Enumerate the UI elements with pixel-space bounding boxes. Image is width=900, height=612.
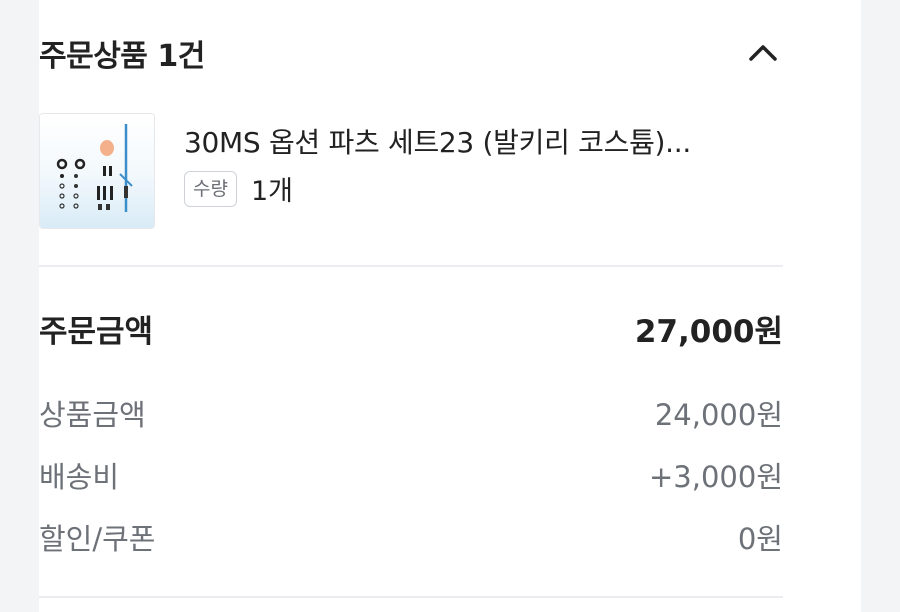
order-items-header[interactable]: 주문상품 1건 bbox=[39, 28, 783, 78]
discount-label: 할인/쿠폰 bbox=[39, 522, 156, 556]
discount-value: 0원 bbox=[737, 522, 783, 556]
product-item[interactable]: 30MS 옵션 파츠 세트23 (발키리 코스튬)... 수량 1개 bbox=[39, 113, 783, 231]
shipping-fee-row: 배송비 +3,000원 bbox=[39, 454, 783, 496]
collapse-button[interactable] bbox=[743, 33, 783, 73]
order-total-value: 27,000원 bbox=[634, 314, 783, 350]
product-thumbnail[interactable] bbox=[39, 113, 155, 229]
quantity-value: 1개 bbox=[250, 176, 293, 207]
discount-row: 할인/쿠폰 0원 bbox=[39, 516, 783, 558]
order-total-row: 주문금액 27,000원 bbox=[39, 306, 783, 351]
product-price-row: 상품금액 24,000원 bbox=[39, 392, 783, 434]
shipping-fee-value: +3,000원 bbox=[649, 460, 783, 494]
order-total-label: 주문금액 bbox=[39, 314, 154, 350]
chevron-up-icon bbox=[749, 45, 777, 61]
order-items-title: 주문상품 1건 bbox=[39, 39, 205, 74]
divider bbox=[39, 596, 783, 598]
product-name[interactable]: 30MS 옵션 파츠 세트23 (발키리 코스튬)... bbox=[184, 121, 784, 161]
shipping-fee-label: 배송비 bbox=[39, 460, 120, 494]
product-price-label: 상품금액 bbox=[39, 398, 146, 432]
product-price-value: 24,000원 bbox=[654, 398, 783, 432]
divider bbox=[39, 265, 783, 267]
quantity-label: 수량 bbox=[184, 170, 237, 207]
quantity-row: 수량 1개 bbox=[184, 169, 293, 208]
